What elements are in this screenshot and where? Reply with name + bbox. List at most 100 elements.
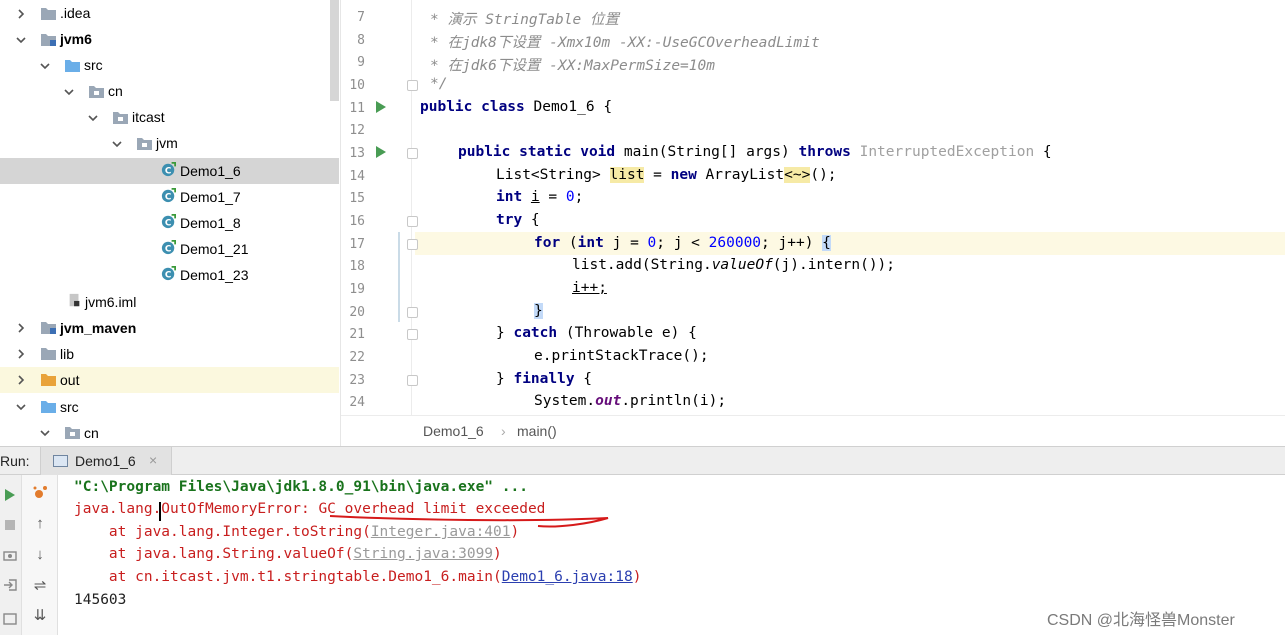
tree-item-demo1-21[interactable]: C Demo1_21 bbox=[0, 236, 340, 262]
tree-item-idea[interactable]: .idea bbox=[0, 1, 340, 27]
trace-link[interactable]: Demo1_6.java:18 bbox=[502, 569, 633, 585]
chevron-down-icon[interactable] bbox=[38, 59, 52, 73]
trace-link[interactable]: String.java:3099 bbox=[353, 546, 493, 562]
code-line-23: } finally { bbox=[496, 371, 593, 387]
tree-item-demo1-8[interactable]: C Demo1_8 bbox=[0, 210, 340, 236]
line-number: 24 bbox=[349, 395, 365, 410]
fold-marker-icon[interactable] bbox=[407, 148, 418, 159]
tree-item-label: src bbox=[60, 399, 79, 415]
code-line-9: * 在jdk6下设置 -XX:MaxPermSize=10m bbox=[430, 58, 715, 74]
run-label: Run: bbox=[0, 453, 30, 469]
chevron-down-icon[interactable] bbox=[62, 85, 76, 99]
breadcrumb-method[interactable]: main() bbox=[517, 423, 557, 439]
tree-scrollbar[interactable] bbox=[330, 0, 339, 101]
line-number: 15 bbox=[349, 191, 365, 206]
java-class-icon: C bbox=[161, 240, 176, 254]
run-gutter-icon[interactable] bbox=[376, 146, 386, 158]
fold-marker-icon[interactable] bbox=[407, 80, 418, 91]
project-tree: .idea jvm6 src cn itcast jvm C Demo1_6 C… bbox=[0, 0, 341, 446]
rerun-icon[interactable] bbox=[0, 485, 20, 505]
code-line-7: * 演示 StringTable 位置 bbox=[430, 12, 619, 28]
tree-item-demo1-7[interactable]: C Demo1_7 bbox=[0, 184, 340, 210]
layout-icon[interactable] bbox=[0, 609, 20, 629]
fold-marker-icon[interactable] bbox=[407, 329, 418, 340]
fold-marker-icon[interactable] bbox=[407, 216, 418, 227]
package-icon bbox=[65, 427, 80, 439]
svg-text:C: C bbox=[165, 218, 171, 228]
line-number: 22 bbox=[349, 350, 365, 365]
fold-marker-icon[interactable] bbox=[407, 239, 418, 250]
code-line-21: } catch (Throwable e) { bbox=[496, 325, 697, 341]
chevron-right-icon[interactable] bbox=[14, 347, 28, 361]
run-gutter-icon[interactable] bbox=[376, 101, 386, 113]
svg-text:C: C bbox=[165, 192, 171, 202]
breadcrumb-file[interactable]: Demo1_6 bbox=[423, 423, 484, 439]
package-icon bbox=[137, 138, 152, 150]
fold-marker-icon[interactable] bbox=[407, 375, 418, 386]
tree-item-demo1-6[interactable]: C Demo1_6 bbox=[0, 158, 339, 184]
chevron-down-icon[interactable] bbox=[86, 111, 100, 125]
chevron-right-icon[interactable] bbox=[14, 7, 28, 21]
iml-file-icon bbox=[69, 293, 80, 307]
tree-item-label: jvm6 bbox=[60, 31, 92, 47]
line-number: 12 bbox=[349, 123, 365, 138]
arrow-down-icon[interactable]: ↓ bbox=[30, 544, 50, 564]
run-toolwindow-header: Run: Demo1_6 × bbox=[0, 446, 1285, 475]
tree-item-label: jvm_maven bbox=[60, 320, 137, 336]
java-class-icon: C bbox=[161, 188, 176, 202]
line-number: 21 bbox=[349, 327, 365, 342]
tree-item-jvm-maven[interactable]: jvm_maven bbox=[0, 315, 340, 341]
stop-icon[interactable] bbox=[0, 515, 20, 535]
code-line-18: list.add(String.valueOf(j).intern()); bbox=[572, 257, 896, 273]
line-number: 18 bbox=[349, 259, 365, 274]
tree-item-label: Demo1_8 bbox=[180, 215, 241, 231]
chevron-right-icon[interactable] bbox=[14, 321, 28, 335]
chevron-down-icon[interactable] bbox=[14, 400, 28, 414]
tree-item-jvm6-iml[interactable]: jvm6.iml bbox=[0, 289, 340, 315]
tree-item-lib[interactable]: lib bbox=[0, 341, 340, 367]
tree-item-label: src bbox=[84, 57, 103, 73]
chevron-down-icon[interactable] bbox=[110, 137, 124, 151]
chevron-down-icon[interactable] bbox=[14, 33, 28, 47]
trace-link[interactable]: Integer.java:401 bbox=[371, 524, 511, 540]
tree-item-label: .idea bbox=[60, 5, 91, 21]
line-number: 9 bbox=[357, 55, 365, 70]
console-trace-line: at cn.itcast.jvm.t1.stringtable.Demo1_6.… bbox=[74, 569, 642, 585]
tree-item-label: jvm6.iml bbox=[85, 294, 137, 310]
settings-icon[interactable] bbox=[30, 483, 50, 503]
tree-item-src-2[interactable]: src bbox=[0, 394, 340, 420]
package-icon bbox=[113, 112, 128, 124]
tree-item-itcast[interactable]: itcast bbox=[0, 105, 340, 131]
source-folder-icon bbox=[41, 401, 56, 413]
chevron-right-icon[interactable] bbox=[14, 373, 28, 387]
close-icon[interactable]: × bbox=[149, 452, 157, 468]
tree-item-cn-2[interactable]: cn bbox=[0, 420, 340, 446]
tree-item-jvm6[interactable]: jvm6 bbox=[0, 27, 340, 53]
console-trace-line: at java.lang.Integer.toString(Integer.ja… bbox=[74, 524, 520, 540]
tree-item-label: itcast bbox=[132, 109, 165, 125]
tree-item-src[interactable]: src bbox=[0, 53, 340, 79]
code-line-15: int i = 0; bbox=[496, 189, 584, 205]
scroll-to-end-icon[interactable]: ⇊ bbox=[30, 605, 50, 625]
login-icon[interactable] bbox=[0, 575, 20, 595]
module-folder-icon bbox=[41, 34, 56, 46]
svg-text:C: C bbox=[165, 244, 171, 254]
tree-item-cn[interactable]: cn bbox=[0, 79, 340, 105]
tree-item-out[interactable]: out bbox=[0, 367, 339, 393]
code-line-11: public class Demo1_6 { bbox=[420, 99, 613, 115]
arrow-up-icon[interactable]: ↑ bbox=[30, 513, 50, 533]
chevron-down-icon[interactable] bbox=[38, 426, 52, 440]
tree-item-demo1-23[interactable]: C Demo1_23 bbox=[0, 262, 340, 288]
tree-item-label: cn bbox=[108, 83, 123, 99]
camera-icon[interactable] bbox=[0, 545, 20, 565]
fold-marker-icon[interactable] bbox=[407, 307, 418, 318]
soft-wrap-icon[interactable]: ⇌ bbox=[30, 575, 50, 595]
code-editor[interactable]: 7 8 9 10 11 12 13 14 15 16 17 18 19 20 2… bbox=[341, 0, 1285, 415]
tree-item-label: Demo1_23 bbox=[180, 267, 249, 283]
run-tab-demo1-6[interactable]: Demo1_6 × bbox=[40, 447, 172, 475]
code-line-20: } bbox=[534, 303, 543, 319]
tree-item-label: Demo1_7 bbox=[180, 189, 241, 205]
code-line-16: try { bbox=[496, 212, 540, 228]
tree-item-jvm[interactable]: jvm bbox=[0, 131, 340, 157]
line-number: 8 bbox=[357, 33, 365, 48]
